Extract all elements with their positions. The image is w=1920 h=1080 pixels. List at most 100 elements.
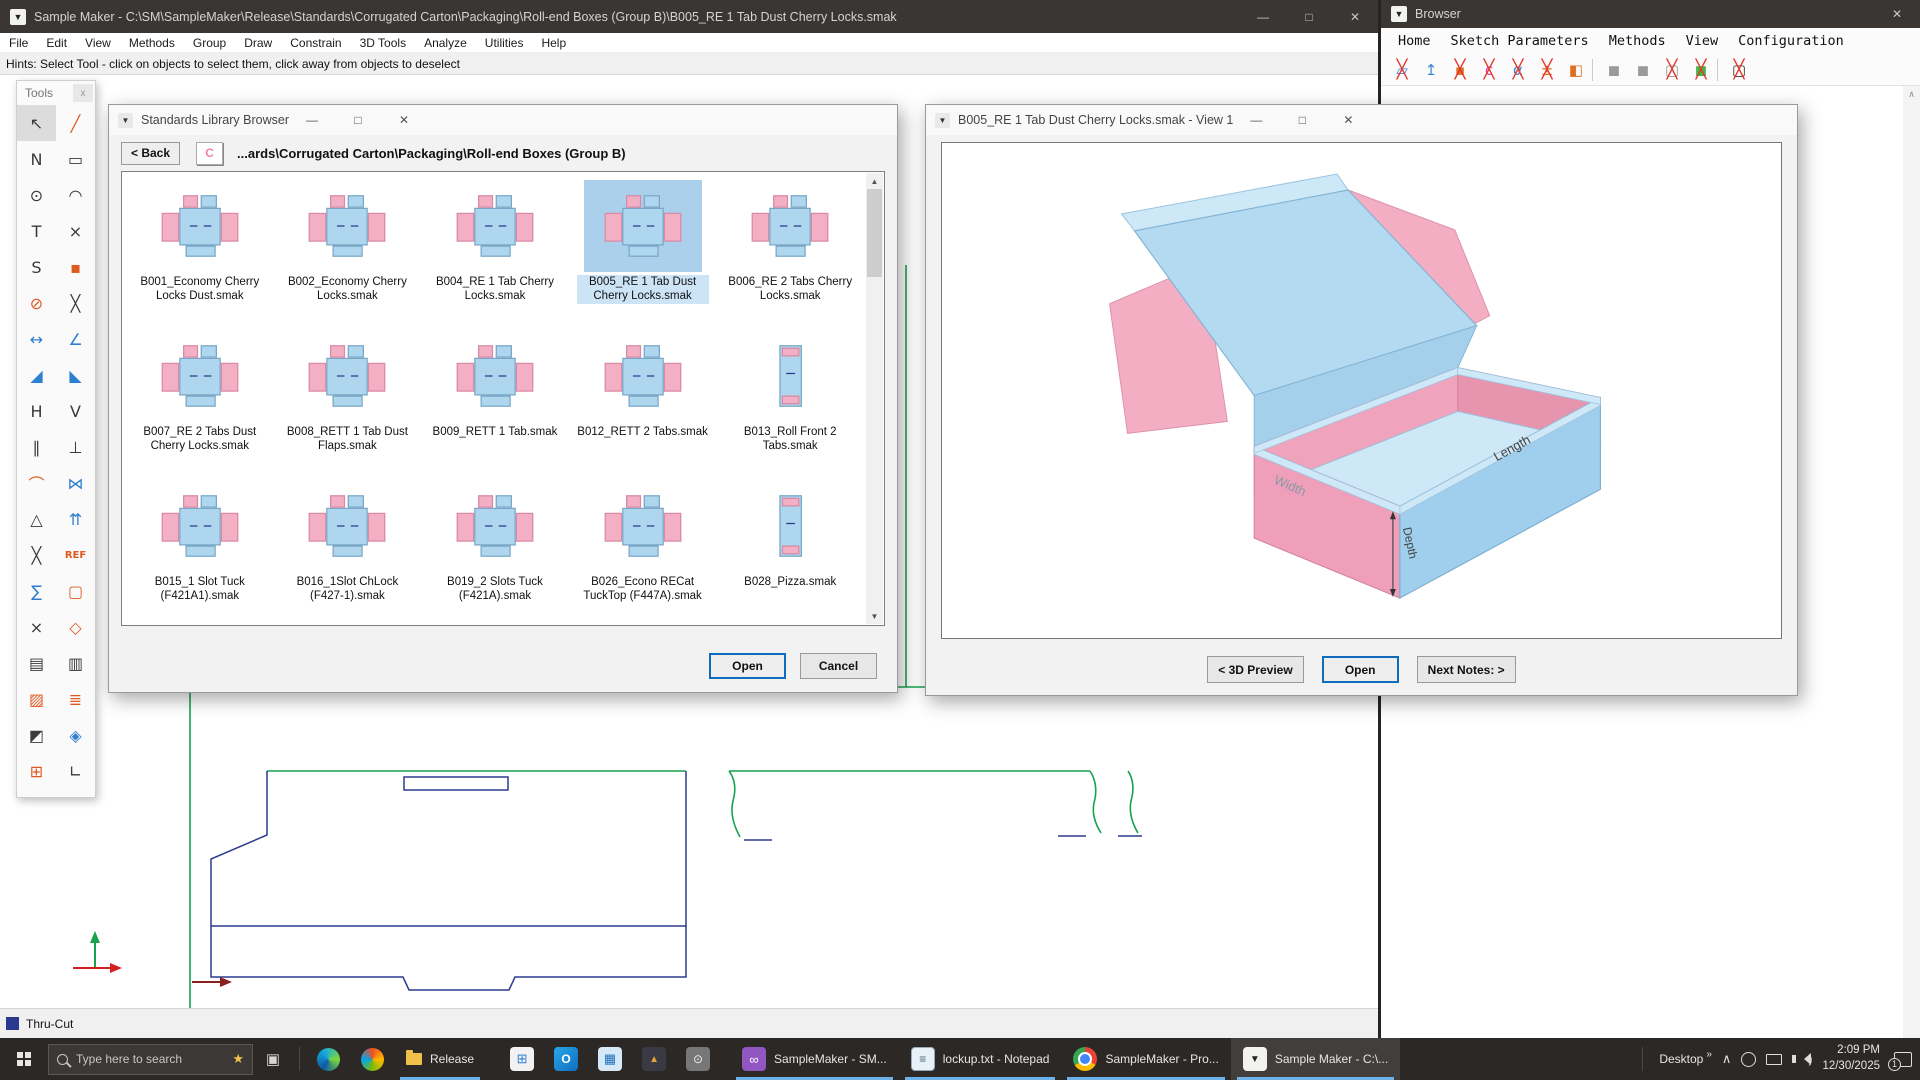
maximize-button[interactable]: □ [335, 105, 381, 135]
browser-menu-item[interactable]: Configuration [1733, 33, 1849, 49]
chevron-icon[interactable]: » [1706, 1049, 1712, 1060]
minimize-button[interactable]: — [289, 105, 335, 135]
scroll-up-icon[interactable]: ∧ [1908, 89, 1915, 1038]
browser-toolbar-icon[interactable]: ▪ [1447, 57, 1473, 83]
menu-item[interactable]: Constrain [281, 33, 350, 52]
browser-menu-item[interactable]: Sketch Parameters [1446, 33, 1594, 49]
tool-icon[interactable]: ◠ [56, 177, 95, 213]
start-button[interactable] [0, 1038, 48, 1080]
browser-toolbar-icon[interactable]: ◼ [1601, 57, 1627, 83]
task-view-button[interactable]: ▣ [253, 1038, 293, 1080]
menu-item[interactable]: Group [184, 33, 235, 52]
tool-icon[interactable]: ↖ [17, 105, 56, 141]
open-button[interactable]: Open [1322, 656, 1399, 683]
library-item[interactable]: B026_Econo RECat TuckTop (F447A).smak [569, 476, 717, 621]
browser-menu-item[interactable]: View [1681, 33, 1724, 49]
tool-icon[interactable]: REF [56, 537, 95, 573]
tool-icon[interactable]: ⊞ [17, 753, 56, 789]
browser-toolbar-icon[interactable]: ◼ [1688, 57, 1714, 83]
tool-icon[interactable]: ▥ [56, 645, 95, 681]
library-item[interactable]: B004_RE 1 Tab Cherry Locks.smak [421, 176, 569, 326]
menu-item[interactable]: Utilities [476, 33, 533, 52]
tool-icon[interactable]: ⌒ [17, 465, 56, 501]
browser-menu-item[interactable]: Methods [1604, 33, 1671, 49]
library-item[interactable]: B008_RETT 1 Tab Dust Flaps.smak [274, 326, 422, 476]
pinned-app-button[interactable]: ▲ [632, 1038, 676, 1080]
minimize-button[interactable]: — [1233, 105, 1279, 135]
taskbar-search[interactable]: Type here to search ★ [48, 1044, 253, 1075]
tray-app-icon[interactable] [1741, 1052, 1756, 1067]
tool-icon[interactable]: ╱ [56, 105, 95, 141]
browser-toolbar-icon[interactable]: ◼ [1630, 57, 1656, 83]
tool-icon[interactable]: ∟ [56, 753, 95, 789]
library-scrollbar[interactable]: ▲ ▼ [866, 173, 883, 624]
tool-icon[interactable]: S [17, 249, 56, 285]
tool-icon[interactable]: ⊘ [17, 285, 56, 321]
library-item[interactable]: B016_1Slot ChLock (F427-1).smak [274, 476, 422, 621]
tool-icon[interactable]: ◩ [17, 717, 56, 753]
tool-icon[interactable]: ▪ [56, 249, 95, 285]
menu-item[interactable]: View [76, 33, 120, 52]
window-button[interactable]: SampleMaker - Pro... [1061, 1038, 1230, 1080]
tool-icon[interactable]: N [17, 141, 56, 177]
speaker-icon[interactable]: ) [1792, 1052, 1812, 1066]
maximize-button[interactable]: □ [1279, 105, 1325, 135]
3d-preview-button[interactable]: < 3D Preview [1207, 656, 1303, 683]
tool-icon[interactable]: H [17, 393, 56, 429]
pinned-app-button[interactable]: ▦ [588, 1038, 632, 1080]
pinned-app-button[interactable] [306, 1038, 350, 1080]
menu-item[interactable]: Methods [120, 33, 184, 52]
tool-icon[interactable]: ∠ [56, 321, 95, 357]
preview-3d-viewport[interactable]: Length Depth Width [941, 142, 1782, 639]
tool-icon[interactable]: ▤ [17, 645, 56, 681]
pinned-app-button[interactable]: ⊙ [676, 1038, 720, 1080]
library-item[interactable]: B013_Roll Front 2 Tabs.smak [716, 326, 864, 476]
browser-toolbar-icon[interactable]: ▱ [1389, 57, 1415, 83]
tool-icon[interactable]: ╳ [56, 285, 95, 321]
tool-icon[interactable]: V [56, 393, 95, 429]
open-button[interactable]: Open [709, 653, 786, 679]
library-item[interactable]: B009_RETT 1 Tab.smak [421, 326, 569, 476]
scroll-up-icon[interactable]: ▲ [866, 173, 883, 189]
window-button[interactable]: ∞ SampleMaker - SM... [730, 1038, 899, 1080]
tools-palette-close-icon[interactable]: x [73, 84, 93, 102]
pinned-app-button[interactable] [350, 1038, 394, 1080]
browser-toolbar-icon[interactable]: ± [1534, 57, 1560, 83]
pinned-app-button[interactable]: ⊞ [500, 1038, 544, 1080]
library-item[interactable]: B015_1 Slot Tuck (F421A1).smak [126, 476, 274, 621]
cancel-button[interactable]: Cancel [800, 653, 877, 679]
browser-toolbar-icon[interactable]: ↥ [1418, 57, 1444, 83]
tool-icon[interactable]: ◣ [56, 357, 95, 393]
browser-toolbar-icon[interactable]: c [1476, 57, 1502, 83]
library-item[interactable]: B019_2 Slots Tuck (F421A).smak [421, 476, 569, 621]
c-button[interactable]: C [196, 142, 223, 165]
library-item[interactable]: B006_RE 2 Tabs Cherry Locks.smak [716, 176, 864, 326]
taskbar-clock[interactable]: 2:09 PM 12/30/2025 [1822, 1043, 1880, 1074]
browser-toolbar-icon[interactable]: ▢ [1659, 57, 1685, 83]
library-item[interactable]: B001_Economy Cherry Locks Dust.smak [126, 176, 274, 326]
tool-icon[interactable]: ↔ [17, 321, 56, 357]
window-button[interactable]: ≡ lockup.txt - Notepad [899, 1038, 1062, 1080]
close-button[interactable]: ✕ [1332, 0, 1378, 33]
release-window-button[interactable]: Release [394, 1038, 486, 1080]
tray-expand-icon[interactable]: ∧ [1722, 1051, 1732, 1067]
library-item[interactable]: B005_RE 1 Tab Dust Cherry Locks.smak [569, 176, 717, 326]
pinned-app-button[interactable]: O [544, 1038, 588, 1080]
menu-item[interactable]: Help [532, 33, 575, 52]
browser-toolbar-icon[interactable]: α [1505, 57, 1531, 83]
tool-icon[interactable]: ⊙ [17, 177, 56, 213]
browser-toolbar-icon[interactable] [1717, 59, 1723, 81]
browser-toolbar-icon[interactable]: ▢ [1726, 57, 1752, 83]
menu-item[interactable]: Draw [235, 33, 281, 52]
browser-toolbar-icon[interactable]: ◧ [1563, 57, 1589, 83]
tool-icon[interactable]: T [17, 213, 56, 249]
minimize-button[interactable]: — [1240, 0, 1286, 33]
tool-icon[interactable]: ◇ [56, 609, 95, 645]
next-notes-button[interactable]: Next Notes: > [1417, 656, 1516, 683]
browser-menu-item[interactable]: Home [1393, 33, 1436, 49]
tool-icon[interactable]: ∑ [17, 573, 56, 609]
tool-icon[interactable]: △ [17, 501, 56, 537]
browser-scrollbar[interactable]: ∧ [1903, 86, 1920, 1038]
network-icon[interactable] [1766, 1054, 1782, 1065]
close-button[interactable]: ✕ [1325, 105, 1371, 135]
